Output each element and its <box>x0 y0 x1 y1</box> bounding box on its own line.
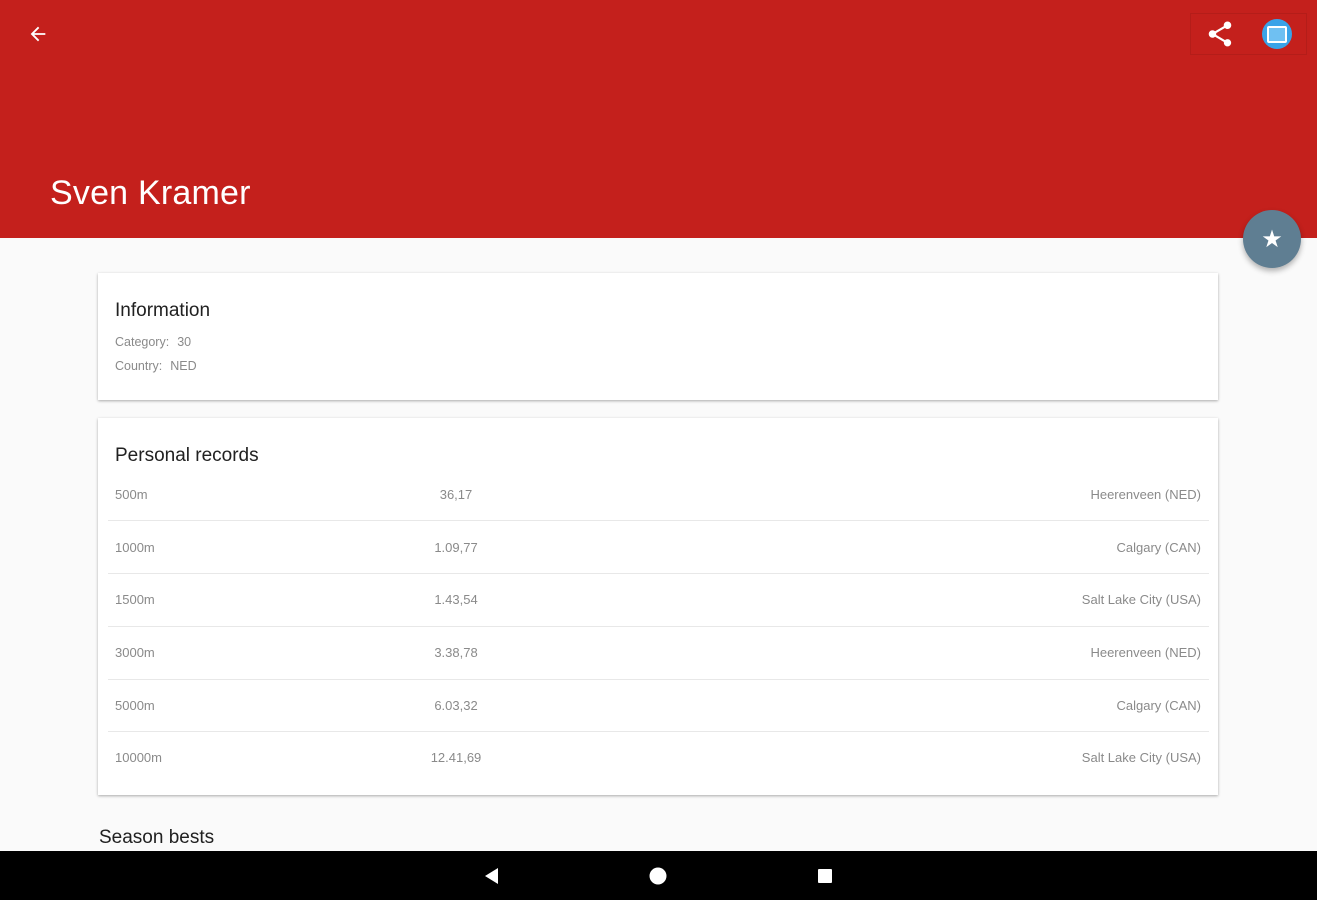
cast-icon-screen <box>1267 25 1288 43</box>
record-distance: 1000m <box>115 540 155 555</box>
nav-recents-icon <box>818 868 832 883</box>
record-row[interactable]: 1500m 1.43,54 Salt Lake City (USA) <box>108 574 1209 627</box>
record-time: 12.41,69 <box>430 750 482 765</box>
record-time: 1.09,77 <box>434 540 478 555</box>
share-icon <box>1208 21 1231 47</box>
app-screen: Sven Kramer ★ Information Category: 30 Co… <box>0 0 1317 900</box>
record-row[interactable]: 10000m 12.41,69 Salt Lake City (USA) <box>108 732 1209 784</box>
information-title: Information <box>115 300 211 321</box>
page-title: Sven Kramer <box>50 174 251 212</box>
record-distance: 5000m <box>115 698 155 713</box>
record-time: 3.38,78 <box>434 645 478 660</box>
header-actions <box>1190 13 1307 55</box>
record-location: Calgary (CAN) <box>1116 698 1201 713</box>
record-location: Heerenveen (NED) <box>1090 487 1201 502</box>
record-location: Salt Lake City (USA) <box>1081 750 1201 765</box>
arrow-left-icon <box>30 26 46 42</box>
personal-records-title: Personal records <box>115 445 259 466</box>
category-label: Category: <box>115 335 170 349</box>
information-card: Information Category: 30 Country: NED <box>98 273 1218 400</box>
category-line: Category: 30 <box>115 335 191 349</box>
country-line: Country: NED <box>115 359 197 373</box>
nav-back-icon <box>485 867 498 884</box>
record-time: 6.03,32 <box>434 698 478 713</box>
favorite-fab[interactable]: ★ <box>1243 210 1301 268</box>
country-value: NED <box>170 359 197 373</box>
share-button[interactable] <box>1200 14 1240 54</box>
record-location: Calgary (CAN) <box>1116 540 1201 555</box>
record-time: 1.43,54 <box>434 592 478 607</box>
star-icon: ★ <box>1261 225 1283 253</box>
record-distance: 500m <box>115 487 148 502</box>
nav-home-icon <box>649 867 667 884</box>
back-button[interactable] <box>18 14 58 54</box>
record-time: 36,17 <box>439 487 473 502</box>
record-location: Salt Lake City (USA) <box>1081 592 1201 607</box>
country-label: Country: <box>115 359 163 373</box>
cast-icon <box>1262 19 1293 49</box>
record-row[interactable]: 3000m 3.38,78 Heerenveen (NED) <box>108 627 1209 680</box>
season-bests-title: Season bests <box>99 827 215 848</box>
cast-button[interactable] <box>1257 14 1297 54</box>
nav-back-button[interactable] <box>467 851 517 900</box>
record-row[interactable]: 5000m 6.03,32 Calgary (CAN) <box>108 679 1209 732</box>
nav-recents-button[interactable] <box>800 851 850 900</box>
personal-records-card: Personal records 500m 36,17 Heerenveen (… <box>98 418 1218 795</box>
system-nav-bar <box>0 851 1317 900</box>
record-row[interactable]: 1000m 1.09,77 Calgary (CAN) <box>108 521 1209 574</box>
app-header: Sven Kramer <box>0 0 1317 238</box>
record-distance: 3000m <box>115 645 155 660</box>
record-distance: 1500m <box>115 592 155 607</box>
category-value: 30 <box>177 335 192 349</box>
record-row[interactable]: 500m 36,17 Heerenveen (NED) <box>108 487 1209 521</box>
record-distance: 10000m <box>115 750 162 765</box>
record-location: Heerenveen (NED) <box>1090 645 1201 660</box>
nav-home-button[interactable] <box>633 851 683 900</box>
